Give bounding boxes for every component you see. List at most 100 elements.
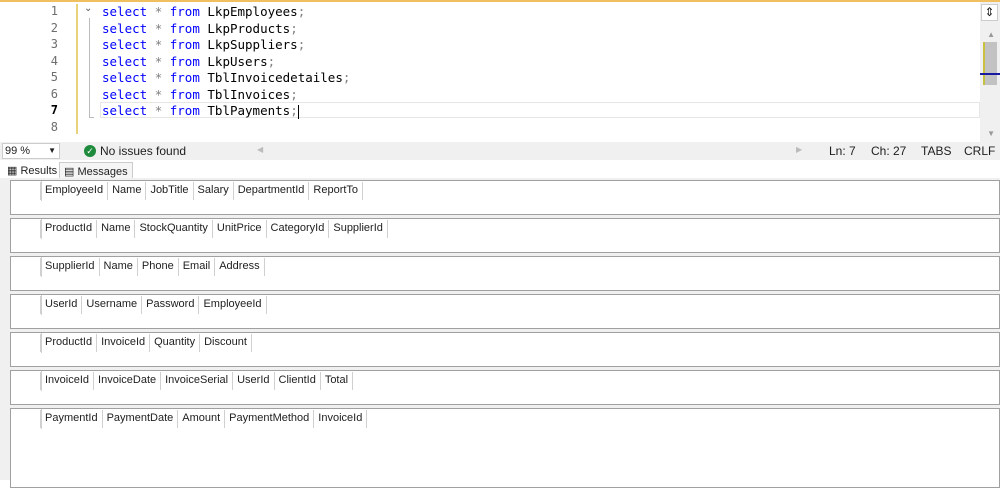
column-header[interactable]: Salary [192,182,234,200]
sql-editor[interactable]: 12345678 ⌄ select * from LkpEmployees; se… [0,0,1000,144]
row-header-corner[interactable] [11,219,42,239]
keyword-select: select [102,20,148,36]
column-header[interactable]: JobTitle [145,182,194,200]
tab-results[interactable]: ▦ Results [3,162,62,179]
wildcard: * [154,4,163,19]
column-header[interactable]: InvoiceId [313,410,368,428]
result-grid[interactable]: ProductId InvoiceId Quantity Discount [10,332,1000,367]
column-header[interactable]: Name [96,220,136,238]
result-grid[interactable]: InvoiceId InvoiceDate InvoiceSerial UserId C… [10,370,1000,405]
column-header[interactable]: InvoiceDate [93,372,162,390]
scroll-thumb[interactable] [983,42,997,85]
tabs-indicator[interactable]: TABS [921,144,951,158]
column-header[interactable]: Phone [136,258,179,276]
column-header[interactable]: EmployeeId [40,182,109,200]
code-line[interactable]: select * from TblPayments; [102,103,299,119]
column-header[interactable]: ProductId [40,220,98,238]
column-header[interactable]: SupplierId [40,258,100,276]
wildcard: * [154,103,163,118]
table-name: TblInvoicedetailes [207,70,343,85]
keyword-select: select [102,70,148,85]
column-header[interactable]: ProductId [40,334,98,352]
code-line[interactable]: select * from LkpSuppliers; [102,37,305,52]
line-indicator: Ln: 7 [829,144,856,158]
keyword-from: from [169,103,200,118]
line-number: 3 [50,37,58,51]
line-ending-indicator[interactable]: CRLF [964,144,995,158]
column-header[interactable]: EmployeeId [198,296,267,314]
code-line[interactable]: select * from LkpEmployees; [102,4,305,19]
tab-messages[interactable]: ▤ Messages [59,162,133,179]
grid-header-row: ProductId Name StockQuantity UnitPrice Categ… [40,220,388,238]
grid-icon: ▦ [7,165,18,177]
column-header[interactable]: PaymentMethod [224,410,315,428]
column-header[interactable]: ReportTo [308,182,364,200]
column-header[interactable]: Name [107,182,147,200]
column-header[interactable]: UserId [232,372,275,390]
keyword-select: select [102,86,148,102]
column-header[interactable]: ClientId [273,372,321,390]
keyword-from: from [169,4,200,19]
row-header-corner[interactable] [11,257,42,277]
column-header[interactable]: DepartmentId [232,182,310,200]
column-header[interactable]: UnitPrice [211,220,267,238]
code-line[interactable]: select * from TblInvoicedetailes; [102,70,350,85]
grid-header-row: UserId Username Password EmployeeId [40,296,267,314]
scroll-left-icon[interactable]: ◀ [257,145,263,154]
column-header[interactable]: Password [141,296,200,314]
code-line[interactable]: select * from LkpUsers; [102,54,275,69]
grid-header-row: PaymentId PaymentDate Amount PaymentMethod I… [40,410,368,428]
zoom-dropdown[interactable]: 99 % ▼ [2,143,60,159]
chevron-down-icon: ▼ [48,146,56,155]
column-header[interactable]: Address [214,258,265,276]
column-header[interactable]: Email [177,258,216,276]
result-grid[interactable]: EmployeeId Name JobTitle Salary DepartmentId… [10,180,1000,215]
semicolon: ; [297,4,306,19]
result-grid[interactable]: PaymentId PaymentDate Amount PaymentMethod I… [10,408,1000,488]
column-header[interactable]: Total [319,372,354,390]
scroll-up-icon[interactable]: ▲ [987,30,995,39]
table-name: LkpUsers [207,53,268,69]
row-header-corner[interactable] [11,409,42,429]
scroll-down-icon[interactable]: ▼ [987,129,995,138]
wildcard: * [154,86,163,102]
table-name: TblInvoices [207,86,291,102]
column-header[interactable]: PaymentDate [101,410,179,428]
column-header[interactable]: UserId [40,296,83,314]
column-header[interactable]: StockQuantity [134,220,213,238]
row-header-corner[interactable] [11,181,42,201]
code-line[interactable]: select * from LkpProducts; [102,21,298,36]
collapse-chevron-icon[interactable]: ⌄ [84,3,92,14]
scroll-right-icon[interactable]: ▶ [796,145,802,154]
line-number-gutter: 1 2 3 4 5 6 7 8 [0,2,60,142]
result-grid[interactable]: UserId Username Password EmployeeId [10,294,1000,329]
result-grid[interactable]: SupplierId Name Phone Email Address [10,256,1000,291]
issues-status[interactable]: No issues found [100,144,186,158]
column-header[interactable]: SupplierId [328,220,388,238]
keyword-from: from [169,70,200,85]
row-header-corner[interactable] [11,295,42,315]
keyword-from: from [169,53,200,69]
column-header[interactable]: CategoryId [265,220,330,238]
column-header[interactable]: InvoiceId [40,372,95,390]
result-grid[interactable]: ProductId Name StockQuantity UnitPrice Categ… [10,218,1000,253]
column-header[interactable]: Name [98,258,138,276]
column-header[interactable]: Discount [199,334,252,352]
line-number: 6 [50,86,58,101]
column-header[interactable]: Quantity [149,334,201,352]
column-header[interactable]: InvoiceId [96,334,151,352]
column-header[interactable]: Username [81,296,143,314]
vertical-scrollbar[interactable]: ⇕ ▲ ▼ [980,2,1000,144]
wildcard: * [154,53,163,69]
caret-position-marker [980,73,1000,75]
tab-results-label: Results [20,165,58,177]
row-header-corner[interactable] [11,371,42,391]
change-tracking-bar [76,4,78,134]
row-header-corner[interactable] [11,333,42,353]
column-header[interactable]: InvoiceSerial [160,372,234,390]
split-editor-icon[interactable]: ⇕ [981,4,998,21]
table-name: TblPayments [207,103,291,118]
column-header[interactable]: PaymentId [40,410,103,428]
column-header[interactable]: Amount [177,410,226,428]
code-line[interactable]: select * from TblInvoices; [102,87,298,102]
